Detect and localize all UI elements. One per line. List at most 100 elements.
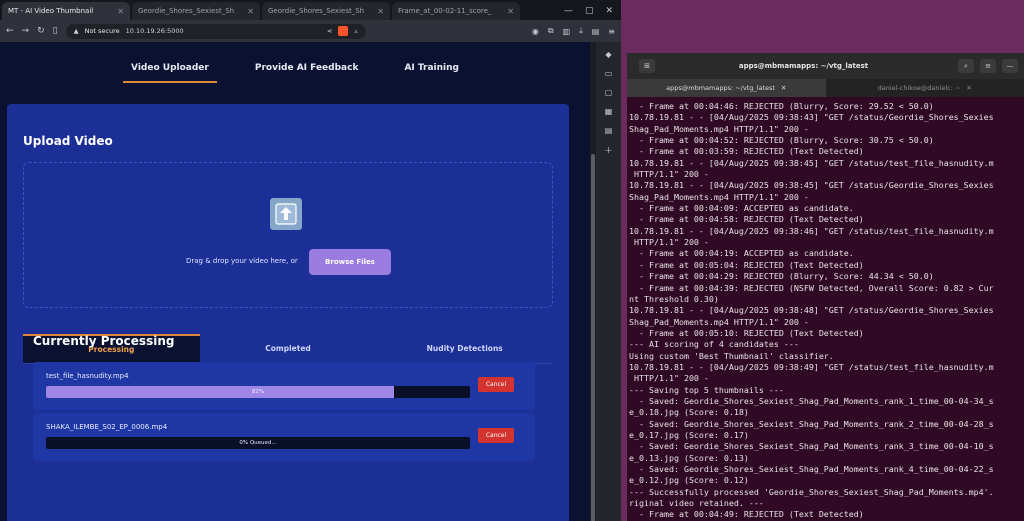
terminal-line: HTTP/1.1" 200 - <box>629 373 709 384</box>
terminal-line: Shag_Pad_Moments.mp4 HTTP/1.1" 200 - <box>629 123 809 134</box>
terminal-line: --- Saving top 5 thumbnails --- <box>629 384 784 395</box>
window-controls: — ▢ ✕ <box>556 2 621 20</box>
new-tab-icon[interactable]: ⊞ <box>639 59 655 73</box>
warning-icon: ▲ <box>73 27 79 35</box>
terminal-line: - Saved: Geordie_Shores_Sexiest_Shag_Pad… <box>629 395 994 406</box>
terminal-tabs: apps@mbmamapps: ~/vtg_latest ✕ daniel-ch… <box>627 79 1024 97</box>
currently-processing-title: Currently Processing <box>33 334 175 348</box>
close-icon[interactable]: ✕ <box>117 7 124 16</box>
upload-arrow-icon <box>270 198 302 230</box>
terminal-line: --- Successfully processed 'Geordie_Shor… <box>629 486 994 497</box>
tab-completed[interactable]: Completed <box>200 334 377 363</box>
menu-icon[interactable]: ≡ <box>980 59 996 73</box>
share-icon[interactable]: ⋖ <box>327 27 332 35</box>
terminal-line: Using custom 'Best Thumbnail' classifier… <box>629 350 834 361</box>
dropzone[interactable]: Drag & drop your video here, or Browse F… <box>23 162 553 308</box>
nav-ai-training[interactable]: AI Training <box>396 63 467 83</box>
minimize-icon[interactable]: — <box>1002 59 1018 73</box>
close-window-icon[interactable]: ✕ <box>605 6 613 16</box>
terminal-line: Shag_Pad_Moments.mp4 HTTP/1.1" 200 - <box>629 191 809 202</box>
terminal-line: - Frame at 00:04:09: ACCEPTED as candida… <box>629 203 854 214</box>
url-text[interactable]: 10.10.19.26:5000 <box>126 27 184 35</box>
app-nav: Video Uploader Provide AI Feedback AI Tr… <box>0 42 590 98</box>
job-filename: SHAKA_ILEMBE_S02_EP_0006.mp4 <box>46 423 168 431</box>
rewards-sidebar-icon[interactable]: ◆ <box>605 50 611 59</box>
reload-icon[interactable]: ↻ <box>37 26 45 36</box>
maximize-icon[interactable]: ▢ <box>585 6 594 16</box>
cancel-button[interactable]: Cancel <box>478 428 514 443</box>
terminal-line: 10.78.19.81 - - [04/Aug/2025 09:38:49] "… <box>629 361 994 372</box>
terminal-output[interactable]: - Frame at 00:04:46: REJECTED (Blurry, S… <box>627 97 1024 521</box>
job-item: SHAKA_ILEMBE_S02_EP_0006.mp4 0% Queued..… <box>33 413 535 461</box>
terminal-line: e_0.13.jpg (Score: 0.13) <box>629 452 749 463</box>
close-icon[interactable]: ✕ <box>966 84 971 92</box>
tab-nudity-detections[interactable]: Nudity Detections <box>376 334 553 363</box>
not-secure-label: Not secure <box>84 27 120 35</box>
terminal-line: - Frame at 00:04:29: REJECTED (Blurry, S… <box>629 271 934 282</box>
terminal-tab-label: daniel-chikoe@danielc: ~ <box>877 84 961 92</box>
wallet-icon[interactable]: ▤ <box>592 27 600 36</box>
close-icon[interactable]: ✕ <box>507 7 514 16</box>
close-icon[interactable]: ✕ <box>377 7 384 16</box>
add-panel-icon[interactable]: ＋ <box>605 145 613 156</box>
nav-provide-ai-feedback[interactable]: Provide AI Feedback <box>247 63 367 83</box>
rewards-icon[interactable]: ▵ <box>354 27 357 35</box>
terminal-line: - Frame at 00:04:19: ACCEPTED as candida… <box>629 248 854 259</box>
terminal-line: 10.78.19.81 - - [04/Aug/2025 09:38:45] "… <box>629 157 994 168</box>
terminal-tab-2[interactable]: daniel-chikoe@danielc: ~ ✕ <box>826 79 1024 97</box>
terminal-window: ⊞ apps@mbmamapps: ~/vtg_latest ⌕ ≡ — app… <box>627 53 1024 521</box>
brave-shield-icon[interactable] <box>338 26 349 36</box>
nav-video-uploader[interactable]: Video Uploader <box>123 63 217 83</box>
close-icon[interactable]: ✕ <box>781 84 786 92</box>
terminal-line: HTTP/1.1" 200 - <box>629 169 709 180</box>
browser-tab-4[interactable]: Frame_at_00-02-11_score_ ✕ <box>392 2 520 20</box>
terminal-line: 10.78.19.81 - - [04/Aug/2025 09:38:43] "… <box>629 112 994 123</box>
cancel-button[interactable]: Cancel <box>478 377 514 392</box>
menu-icon[interactable]: ≡ <box>608 27 615 36</box>
minimize-icon[interactable]: — <box>564 6 573 16</box>
terminal-line: riginal video retained. --- <box>629 498 764 509</box>
sidebar-toggle-icon[interactable]: ▥ <box>563 27 571 36</box>
terminal-tab-1[interactable]: apps@mbmamapps: ~/vtg_latest ✕ <box>627 79 826 97</box>
puzzle-icon[interactable]: ⧉ <box>548 26 554 36</box>
browser-tab-1[interactable]: MT - AI Video Thumbnail ✕ <box>2 2 130 20</box>
progress-label: 0% Queued... <box>239 440 277 446</box>
bookmark-icon[interactable]: ▯ <box>53 26 58 36</box>
progress-bar: 82% <box>46 386 470 398</box>
browser-tab-3[interactable]: Geordie_Shores_Sexiest_Sh ✕ <box>262 2 390 20</box>
terminal-line: - Frame at 00:04:58: REJECTED (Text Dete… <box>629 214 864 225</box>
terminal-line: --- AI scoring of 4 candidates --- <box>629 339 799 350</box>
address-bar[interactable]: ▲ Not secure 10.10.19.26:5000 ⋖ ▵ <box>65 23 366 39</box>
download-icon[interactable]: ⤓ <box>579 26 583 36</box>
terminal-line: - Frame at 00:05:10: REJECTED (Text Dete… <box>629 327 864 338</box>
scrollbar-thumb[interactable] <box>591 154 595 521</box>
extension-icon[interactable]: ◉ <box>532 27 539 36</box>
progress-bar: 0% Queued... <box>46 437 470 449</box>
terminal-line: e_0.18.jpg (Score: 0.18) <box>629 407 749 418</box>
terminal-header: ⊞ apps@mbmamapps: ~/vtg_latest ⌕ ≡ — <box>627 53 1024 79</box>
bookmarks-sidebar-icon[interactable]: ▢ <box>605 88 613 97</box>
terminal-line: e_0.12.jpg (Score: 0.12) <box>629 475 749 486</box>
tabs-sidebar-icon[interactable]: ▤ <box>605 126 613 135</box>
terminal-tab-label: apps@mbmamapps: ~/vtg_latest <box>666 84 775 92</box>
browser-tab-title: MT - AI Video Thumbnail <box>8 7 94 15</box>
close-icon[interactable]: ✕ <box>247 7 254 16</box>
browser-tab-title: Geordie_Shores_Sexiest_Sh <box>268 7 365 15</box>
browser-tab-title: Geordie_Shores_Sexiest_Sh <box>138 7 235 15</box>
terminal-line: - Frame at 00:04:46: REJECTED (Blurry, S… <box>629 101 934 111</box>
terminal-line: - Frame at 00:05:04: REJECTED (Text Dete… <box>629 259 864 270</box>
back-icon[interactable]: ← <box>6 26 14 36</box>
terminal-line: - Saved: Geordie_Shores_Sexiest_Shag_Pad… <box>629 418 994 429</box>
history-icon[interactable]: ▦ <box>605 107 613 116</box>
forward-icon[interactable]: → <box>22 26 30 36</box>
terminal-line: Shag_Pad_Moments.mp4 HTTP/1.1" 200 - <box>629 316 809 327</box>
terminal-line: 10.78.19.81 - - [04/Aug/2025 09:38:45] "… <box>629 180 994 191</box>
job-item: test_file_hasnudity.mp4 82% Cancel <box>33 362 535 410</box>
reading-list-icon[interactable]: ▭ <box>605 69 613 78</box>
browser-tab-2[interactable]: Geordie_Shores_Sexiest_Sh ✕ <box>132 2 260 20</box>
browser-window: MT - AI Video Thumbnail ✕ Geordie_Shores… <box>0 0 621 521</box>
browse-files-button[interactable]: Browse Files <box>309 249 391 275</box>
terminal-line: 10.78.19.81 - - [04/Aug/2025 09:38:48] "… <box>629 305 994 316</box>
browser-toolbar: ← → ↻ ▯ ▲ Not secure 10.10.19.26:5000 ⋖ … <box>0 20 621 42</box>
search-icon[interactable]: ⌕ <box>958 59 974 73</box>
